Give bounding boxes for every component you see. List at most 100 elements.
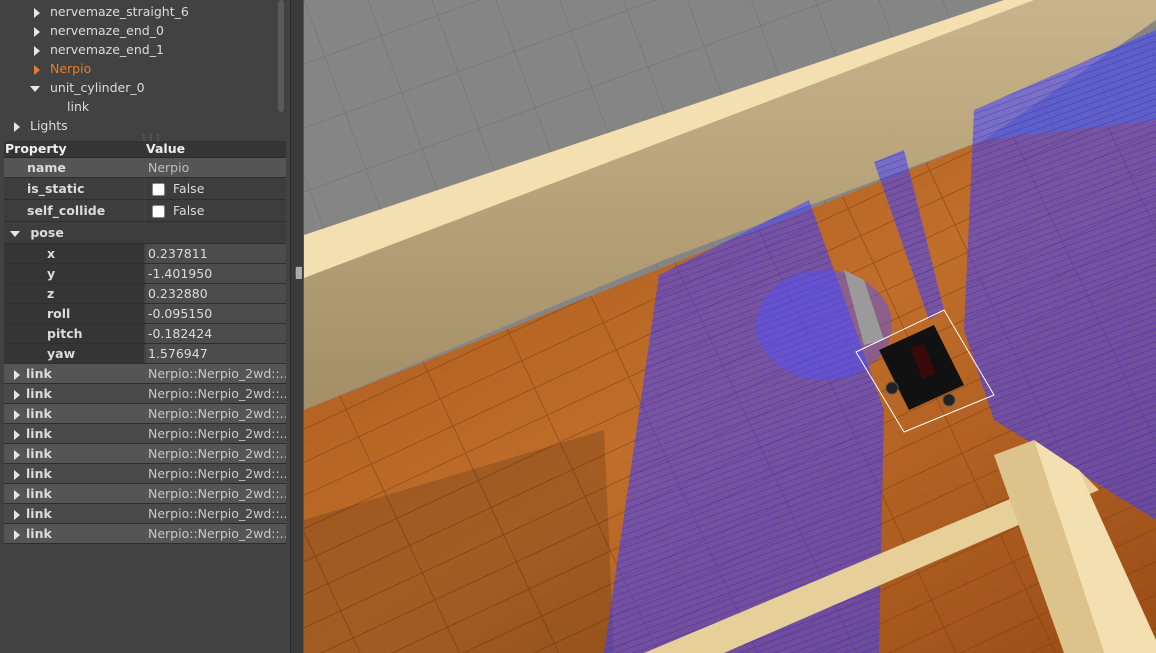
tree-item-nervemaze-end-1[interactable]: nervemaze_end_1 xyxy=(34,40,164,59)
prop-key: link xyxy=(4,504,144,523)
prop-key: pose xyxy=(4,222,286,243)
robot-wheel xyxy=(885,381,899,395)
link-row[interactable]: link Nerpio::Nerpio_2wd::... xyxy=(4,404,286,424)
link-label: link xyxy=(26,426,52,441)
collapse-arrow-icon[interactable] xyxy=(10,230,20,237)
prop-key: link xyxy=(4,384,144,403)
expand-arrow-icon[interactable] xyxy=(34,26,40,37)
header-value: Value xyxy=(146,141,186,156)
expand-arrow-icon[interactable] xyxy=(14,369,20,380)
checkbox-label: False xyxy=(173,181,205,196)
tree-item-nerpio[interactable]: Nerpio xyxy=(34,59,91,78)
tree-item-lights[interactable]: Lights xyxy=(14,116,68,135)
link-label: link xyxy=(26,446,52,461)
tree-item-label: nervemaze_end_0 xyxy=(49,23,164,38)
tree-item-nervemaze-end-0[interactable]: nervemaze_end_0 xyxy=(34,21,164,40)
prop-value: Nerpio::Nerpio_2wd::... xyxy=(148,466,286,481)
prop-value[interactable]: 0.232880 xyxy=(146,284,286,303)
tree-scrollbar[interactable] xyxy=(278,0,284,112)
prop-key: is_static xyxy=(4,178,144,199)
prop-value: Nerpio xyxy=(148,160,190,175)
pose-row-x[interactable]: x 0.237811 xyxy=(4,244,286,264)
collapse-arrow-icon[interactable] xyxy=(30,85,40,92)
link-row[interactable]: link Nerpio::Nerpio_2wd::... xyxy=(4,364,286,384)
prop-value: Nerpio::Nerpio_2wd::... xyxy=(148,426,286,441)
link-row[interactable]: link Nerpio::Nerpio_2wd::... xyxy=(4,524,286,544)
scene-render[interactable] xyxy=(304,0,1156,653)
link-label: link xyxy=(26,506,52,521)
prop-key: link xyxy=(4,424,144,443)
link-label: link xyxy=(26,366,52,381)
prop-value: Nerpio::Nerpio_2wd::... xyxy=(148,406,286,421)
pose-rows: x 0.237811 y -1.401950 z 0.232880 roll -… xyxy=(4,244,286,364)
link-rows: link Nerpio::Nerpio_2wd::... link Nerpio… xyxy=(4,364,286,544)
prop-key: link xyxy=(4,484,144,503)
link-label: link xyxy=(26,486,52,501)
tree-item-label: Nerpio xyxy=(49,61,92,76)
prop-key: yaw xyxy=(4,344,144,363)
link-row[interactable]: link Nerpio::Nerpio_2wd::... xyxy=(4,484,286,504)
header-property: Property xyxy=(5,141,67,156)
tree-item-label: nervemaze_straight_6 xyxy=(49,4,189,19)
expand-arrow-icon[interactable] xyxy=(34,64,40,75)
prop-row-self-collide[interactable]: self_collide False xyxy=(4,200,286,222)
link-row[interactable]: link Nerpio::Nerpio_2wd::... xyxy=(4,424,286,444)
pose-row-pitch[interactable]: pitch -0.182424 xyxy=(4,324,286,344)
prop-key: link xyxy=(4,524,144,543)
prop-value: Nerpio::Nerpio_2wd::... xyxy=(148,386,286,401)
prop-key: y xyxy=(4,264,144,283)
tree-item-label: nervemaze_end_1 xyxy=(49,42,164,57)
prop-row-name[interactable]: name Nerpio xyxy=(4,158,286,178)
scene-viewport[interactable] xyxy=(304,0,1156,653)
expand-arrow-icon[interactable] xyxy=(14,529,20,540)
prop-value[interactable]: -0.095150 xyxy=(146,304,286,323)
expand-arrow-icon[interactable] xyxy=(14,469,20,480)
link-row[interactable]: link Nerpio::Nerpio_2wd::... xyxy=(4,444,286,464)
link-label: link xyxy=(26,526,52,541)
panel-splitter[interactable]: ■ ■ ■ xyxy=(290,0,304,653)
expand-arrow-icon[interactable] xyxy=(14,429,20,440)
prop-row-pose[interactable]: pose xyxy=(4,222,286,244)
expand-arrow-icon[interactable] xyxy=(14,489,20,500)
prop-value[interactable]: -1.401950 xyxy=(146,264,286,283)
prop-value: Nerpio::Nerpio_2wd::... xyxy=(148,526,286,541)
self-collide-checkbox[interactable] xyxy=(152,205,165,218)
splitter-grip-icon[interactable]: ■ ■ ■ xyxy=(295,266,303,280)
link-row[interactable]: link Nerpio::Nerpio_2wd::... xyxy=(4,384,286,404)
property-table: Property Value name Nerpio is_static Fal… xyxy=(4,141,286,544)
link-label: link xyxy=(26,386,52,401)
expand-arrow-icon[interactable] xyxy=(34,45,40,56)
pose-row-roll[interactable]: roll -0.095150 xyxy=(4,304,286,324)
expand-arrow-icon[interactable] xyxy=(14,121,20,132)
pose-row-z[interactable]: z 0.232880 xyxy=(4,284,286,304)
pose-row-yaw[interactable]: yaw 1.576947 xyxy=(4,344,286,364)
expand-arrow-icon[interactable] xyxy=(14,509,20,520)
prop-value: Nerpio::Nerpio_2wd::... xyxy=(148,366,286,381)
prop-value[interactable]: 1.576947 xyxy=(146,344,286,363)
robot-wheel xyxy=(942,393,956,407)
prop-value[interactable]: 0.237811 xyxy=(146,244,286,263)
expand-arrow-icon[interactable] xyxy=(14,389,20,400)
prop-value[interactable]: -0.182424 xyxy=(146,324,286,343)
prop-key: z xyxy=(4,284,144,303)
pose-row-y[interactable]: y -1.401950 xyxy=(4,264,286,284)
tree-item-label: Lights xyxy=(29,118,68,133)
prop-row-is-static[interactable]: is_static False xyxy=(4,178,286,200)
link-row[interactable]: link Nerpio::Nerpio_2wd::... xyxy=(4,464,286,484)
pose-label: pose xyxy=(30,225,64,240)
is-static-checkbox[interactable] xyxy=(152,183,165,196)
tree-item-label: link xyxy=(67,99,90,114)
prop-key: link xyxy=(4,404,144,423)
expand-arrow-icon[interactable] xyxy=(14,409,20,420)
prop-key: roll xyxy=(4,304,144,323)
expand-arrow-icon[interactable] xyxy=(34,7,40,18)
prop-key: x xyxy=(4,244,144,263)
link-row[interactable]: link Nerpio::Nerpio_2wd::... xyxy=(4,504,286,524)
tree-item-link[interactable]: link xyxy=(67,97,89,116)
prop-value: False xyxy=(146,178,286,199)
tree-item-unit-cylinder-0[interactable]: unit_cylinder_0 xyxy=(30,78,145,97)
expand-arrow-icon[interactable] xyxy=(14,449,20,460)
prop-value: Nerpio::Nerpio_2wd::... xyxy=(148,446,286,461)
tree-item-nervemaze-straight-6[interactable]: nervemaze_straight_6 xyxy=(34,2,189,21)
left-panel: nervemaze_straight_6 nervemaze_end_0 ner… xyxy=(0,0,290,653)
